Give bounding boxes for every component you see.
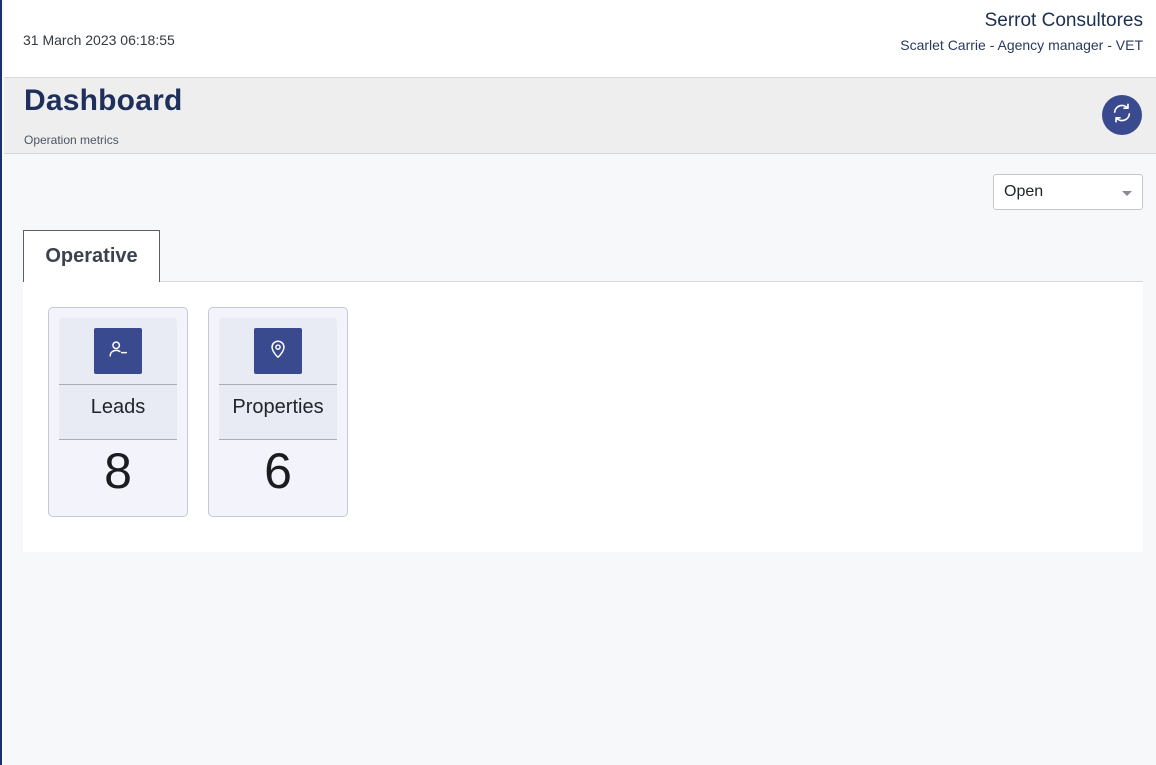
metric-card-header: Leads (59, 318, 177, 439)
company-name: Serrot Consultores (984, 10, 1143, 31)
status-filter-select[interactable]: Open (993, 174, 1143, 210)
metric-icon-box (94, 328, 142, 374)
metric-card-header: Properties (219, 318, 337, 439)
page-title: Dashboard (24, 84, 183, 117)
tab-panel-operative: Leads 8 Properties 6 (23, 282, 1143, 552)
user-minus-icon (107, 338, 129, 365)
metric-card-properties[interactable]: Properties 6 (208, 307, 348, 517)
chevron-down-icon (1122, 191, 1132, 196)
metric-label: Properties (232, 396, 324, 418)
top-header: 31 March 2023 06:18:55 Serrot Consultore… (4, 0, 1156, 78)
page-header: Dashboard Operation metrics (4, 78, 1156, 154)
divider (59, 384, 177, 385)
map-pin-icon (267, 338, 289, 365)
metric-icon-box (254, 328, 302, 374)
page-subtitle: Operation metrics (24, 133, 119, 147)
divider (219, 439, 337, 440)
metric-value: 8 (104, 443, 132, 499)
current-datetime: 31 March 2023 06:18:55 (23, 32, 175, 48)
divider (219, 384, 337, 385)
user-info: Scarlet Carrie - Agency manager - VET (900, 37, 1143, 53)
tab-operative[interactable]: Operative (23, 230, 160, 282)
refresh-icon (1111, 102, 1133, 129)
metric-value: 6 (264, 443, 292, 499)
metric-card-leads[interactable]: Leads 8 (48, 307, 188, 517)
app-frame: 31 March 2023 06:18:55 Serrot Consultore… (0, 0, 1156, 765)
refresh-button[interactable] (1102, 95, 1142, 135)
divider (59, 439, 177, 440)
metric-label: Leads (90, 396, 146, 418)
status-filter-value: Open (1004, 183, 1044, 200)
